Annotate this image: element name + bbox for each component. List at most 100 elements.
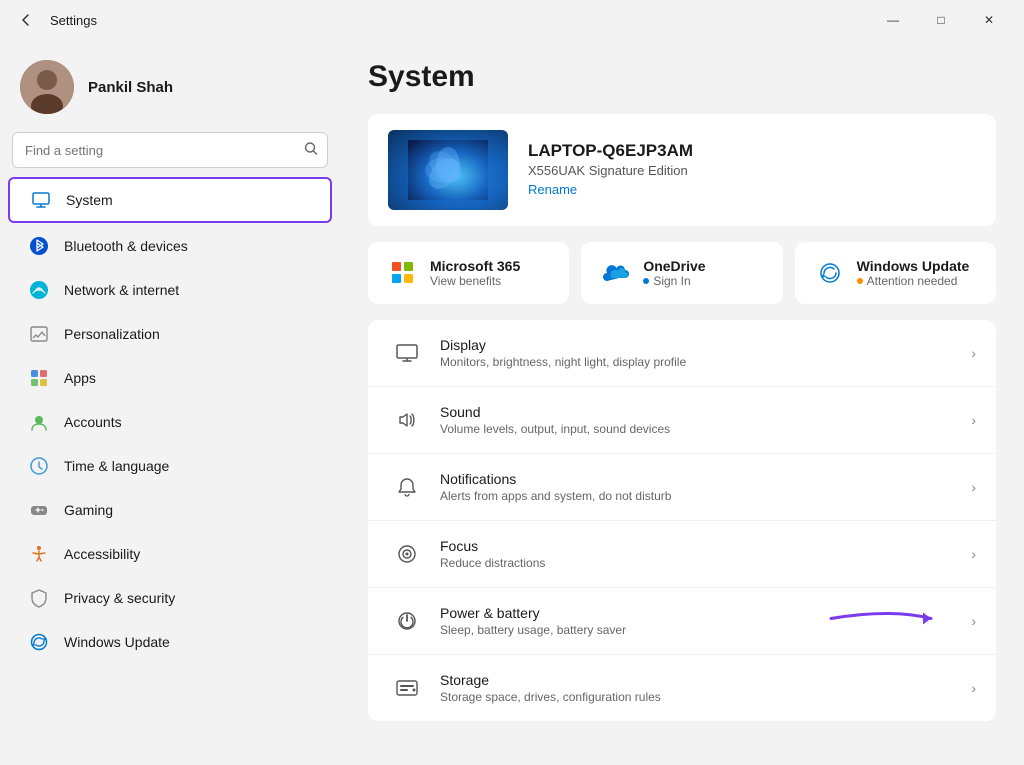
focus-icon <box>388 535 426 573</box>
notifications-icon <box>388 468 426 506</box>
focus-item[interactable]: Focus Reduce distractions › <box>368 521 996 588</box>
user-name: Pankil Shah <box>88 79 173 96</box>
window-title: Settings <box>50 13 97 28</box>
onedrive-link[interactable]: OneDrive Sign In <box>581 242 782 304</box>
device-info: LAPTOP-Q6EJP3AM X556UAK Signature Editio… <box>528 141 976 199</box>
nav-item-accounts[interactable]: Accounts <box>8 401 332 443</box>
notifications-text: Notifications Alerts from apps and syste… <box>440 471 971 503</box>
content-area: System <box>340 40 1024 765</box>
storage-icon <box>388 669 426 707</box>
minimize-button[interactable]: — <box>870 4 916 36</box>
rename-link[interactable]: Rename <box>528 182 577 197</box>
titlebar-left: Settings <box>12 6 97 34</box>
sound-icon <box>388 401 426 439</box>
update-icon <box>28 631 50 653</box>
focus-title: Focus <box>440 538 971 554</box>
maximize-button[interactable]: □ <box>918 4 964 36</box>
power-icon <box>388 602 426 640</box>
quick-links: Microsoft 365 View benefits OneDrive Sig… <box>368 242 996 304</box>
power-item[interactable]: Power & battery Sleep, battery usage, ba… <box>368 588 996 655</box>
bluetooth-label: Bluetooth & devices <box>64 238 188 254</box>
nav-item-privacy[interactable]: Privacy & security <box>8 577 332 619</box>
nav-item-personalization[interactable]: Personalization <box>8 313 332 355</box>
nav-item-time[interactable]: Time & language <box>8 445 332 487</box>
purple-arrow-annotation <box>811 604 941 639</box>
titlebar: Settings — □ ✕ <box>0 0 1024 40</box>
onedrive-icon <box>599 256 633 290</box>
winupdate-text: Windows Update Attention needed <box>857 258 970 288</box>
onedrive-text: OneDrive Sign In <box>643 258 705 288</box>
apps-label: Apps <box>64 370 96 386</box>
ms365-title: Microsoft 365 <box>430 258 520 274</box>
page-title: System <box>368 60 996 94</box>
personalization-label: Personalization <box>64 326 160 342</box>
ms365-icon <box>386 256 420 290</box>
device-model: X556UAK Signature Edition <box>528 163 976 178</box>
onedrive-subtitle: Sign In <box>643 274 705 288</box>
storage-subtitle: Storage space, drives, configuration rul… <box>440 690 971 704</box>
accounts-label: Accounts <box>64 414 122 430</box>
storage-title: Storage <box>440 672 971 688</box>
sound-text: Sound Volume levels, output, input, soun… <box>440 404 971 436</box>
focus-subtitle: Reduce distractions <box>440 556 971 570</box>
ms365-link[interactable]: Microsoft 365 View benefits <box>368 242 569 304</box>
sound-item[interactable]: Sound Volume levels, output, input, soun… <box>368 387 996 454</box>
windows-update-link[interactable]: Windows Update Attention needed <box>795 242 996 304</box>
sound-chevron: › <box>971 412 976 428</box>
search-input[interactable] <box>12 132 328 168</box>
nav-item-bluetooth[interactable]: Bluetooth & devices <box>8 225 332 267</box>
notifications-subtitle: Alerts from apps and system, do not dist… <box>440 489 971 503</box>
ms365-text: Microsoft 365 View benefits <box>430 258 520 288</box>
privacy-label: Privacy & security <box>64 590 175 606</box>
window-controls: — □ ✕ <box>870 4 1012 36</box>
update-label: Windows Update <box>64 634 170 650</box>
onedrive-title: OneDrive <box>643 258 705 274</box>
network-label: Network & internet <box>64 282 179 298</box>
winupdate-subtitle: Attention needed <box>857 274 970 288</box>
storage-chevron: › <box>971 680 976 696</box>
win11-wallpaper <box>388 130 508 210</box>
nav-item-gaming[interactable]: Gaming <box>8 489 332 531</box>
focus-text: Focus Reduce distractions <box>440 538 971 570</box>
accessibility-label: Accessibility <box>64 546 140 562</box>
winupdate-subtitle-text: Attention needed <box>867 274 958 288</box>
notifications-item[interactable]: Notifications Alerts from apps and syste… <box>368 454 996 521</box>
network-icon <box>28 279 50 301</box>
settings-list: Display Monitors, brightness, night ligh… <box>368 320 996 721</box>
nav-item-accessibility[interactable]: Accessibility <box>8 533 332 575</box>
accessibility-icon <box>28 543 50 565</box>
notifications-chevron: › <box>971 479 976 495</box>
search-icon <box>304 142 318 159</box>
onedrive-subtitle-text: Sign In <box>653 274 690 288</box>
display-title: Display <box>440 337 971 353</box>
system-icon <box>30 189 52 211</box>
privacy-icon <box>28 587 50 609</box>
nav-item-system[interactable]: System <box>8 177 332 223</box>
sound-title: Sound <box>440 404 971 420</box>
nav-item-network[interactable]: Network & internet <box>8 269 332 311</box>
bluetooth-icon <box>28 235 50 257</box>
focus-chevron: › <box>971 546 976 562</box>
close-button[interactable]: ✕ <box>966 4 1012 36</box>
nav-item-apps[interactable]: Apps <box>8 357 332 399</box>
back-button[interactable] <box>12 6 40 34</box>
storage-item[interactable]: Storage Storage space, drives, configura… <box>368 655 996 721</box>
user-profile: Pankil Shah <box>0 48 340 132</box>
power-chevron: › <box>971 613 976 629</box>
storage-text: Storage Storage space, drives, configura… <box>440 672 971 704</box>
onedrive-status-dot <box>643 278 649 284</box>
display-icon <box>388 334 426 372</box>
winupdate-status-dot <box>857 278 863 284</box>
device-card: LAPTOP-Q6EJP3AM X556UAK Signature Editio… <box>368 114 996 226</box>
sidebar: Pankil Shah System <box>0 40 340 765</box>
apps-icon <box>28 367 50 389</box>
gaming-label: Gaming <box>64 502 113 518</box>
accounts-icon <box>28 411 50 433</box>
avatar <box>20 60 74 114</box>
time-icon <box>28 455 50 477</box>
display-item[interactable]: Display Monitors, brightness, night ligh… <box>368 320 996 387</box>
nav-item-update[interactable]: Windows Update <box>8 621 332 663</box>
gaming-icon <box>28 499 50 521</box>
display-text: Display Monitors, brightness, night ligh… <box>440 337 971 369</box>
sound-subtitle: Volume levels, output, input, sound devi… <box>440 422 971 436</box>
